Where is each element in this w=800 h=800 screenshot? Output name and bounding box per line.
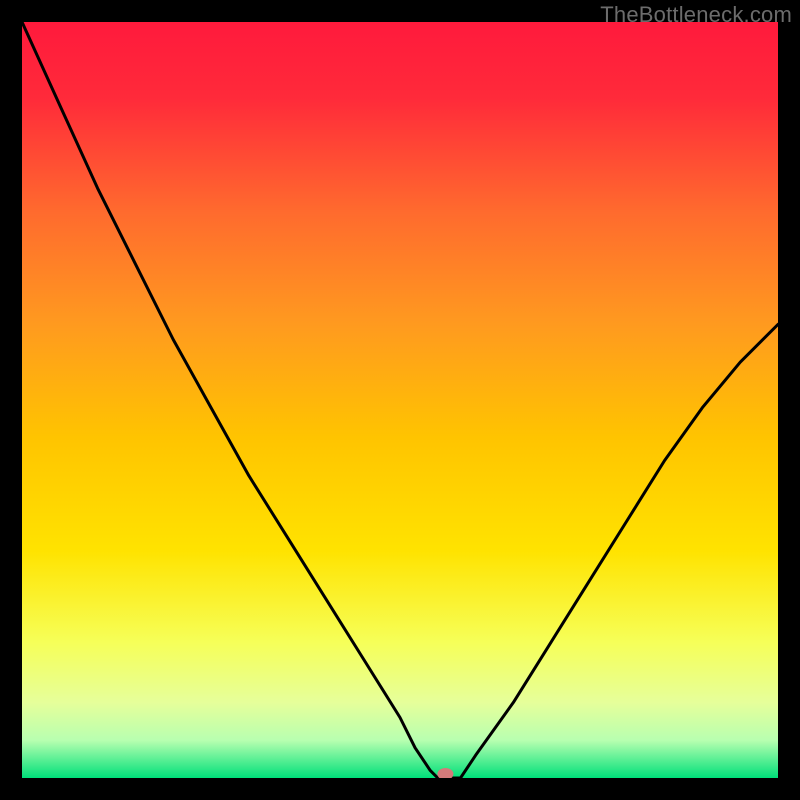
watermark-text: TheBottleneck.com: [600, 2, 792, 28]
gradient-background: [22, 22, 778, 778]
chart-frame: TheBottleneck.com: [0, 0, 800, 800]
plot-svg: [22, 22, 778, 778]
plot-area: [22, 22, 778, 778]
